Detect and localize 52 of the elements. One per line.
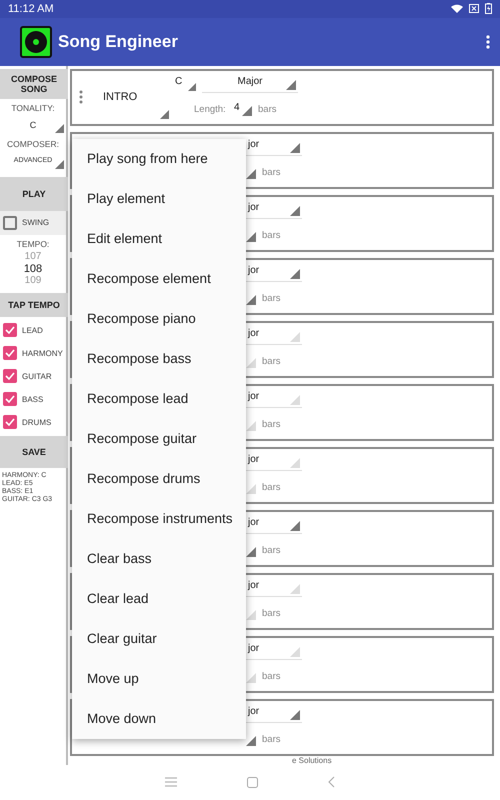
bars-label: bars — [262, 419, 280, 430]
bars-label: bars — [262, 293, 280, 304]
home-square-icon[interactable] — [247, 776, 258, 788]
bars-label: bars — [258, 104, 276, 116]
back-icon[interactable] — [328, 776, 335, 788]
save-button[interactable]: SAVE — [0, 436, 68, 468]
footer-text: e Solutions — [292, 756, 333, 765]
tap-tempo-button[interactable]: TAP TEMPO — [0, 292, 68, 317]
wifi-icon — [451, 4, 463, 14]
record-logo-icon — [20, 26, 52, 58]
element-name-dropdown[interactable]: INTRO — [87, 73, 171, 122]
instrument-label: LEAD — [22, 326, 43, 335]
bars-label: bars — [262, 545, 280, 556]
menu-item[interactable]: Edit element — [72, 218, 246, 259]
length-label: Length: — [194, 104, 227, 116]
bars-label: bars — [262, 482, 280, 494]
checkbox[interactable] — [3, 346, 17, 360]
instrument-label: GUITAR — [22, 372, 52, 381]
checkbox[interactable] — [3, 323, 17, 338]
tempo-label: TEMPO: — [16, 238, 50, 249]
composer-label: COMPOSER: — [6, 138, 60, 149]
app-title: Song Engineer — [58, 32, 179, 52]
mode-dropdown[interactable]: Major — [202, 76, 298, 94]
notification-icon — [469, 4, 479, 14]
checkbox[interactable] — [3, 369, 17, 384]
bars-label: bars — [262, 608, 280, 620]
checkbox[interactable] — [3, 415, 17, 430]
checkbox[interactable] — [3, 216, 17, 230]
status-time: 11:12 AM — [8, 2, 54, 15]
instrument-label: DRUMS — [22, 418, 52, 427]
bars-label: bars — [262, 356, 280, 368]
key-dropdown[interactable]: C — [173, 76, 198, 94]
instrument-label: HARMONY — [22, 348, 63, 358]
bars-label: bars — [262, 734, 280, 746]
menu-item[interactable]: Clear bass — [72, 538, 246, 579]
bars-label: bars — [262, 230, 280, 242]
compose-song-button[interactable]: COMPOSE SONG — [0, 68, 68, 99]
menu-item[interactable]: Move up — [72, 658, 246, 699]
length-dropdown[interactable]: 4 — [231, 102, 254, 118]
instrument-label: BASS — [22, 394, 44, 404]
play-button[interactable]: PLAY — [0, 176, 68, 211]
tonality-label: TONALITY: — [10, 102, 56, 113]
tonality-dropdown[interactable]: C — [0, 114, 66, 135]
tempo-option[interactable]: 108 — [0, 262, 66, 275]
bars-label: bars — [262, 167, 280, 178]
drag-handle-icon[interactable] — [79, 90, 83, 104]
menu-icon[interactable] — [165, 777, 177, 788]
battery-charging-icon — [485, 3, 492, 14]
bars-label: bars — [262, 671, 280, 682]
overflow-menu-icon[interactable] — [486, 34, 490, 49]
swing-label: SWING — [22, 218, 50, 228]
checkbox[interactable] — [3, 392, 17, 406]
